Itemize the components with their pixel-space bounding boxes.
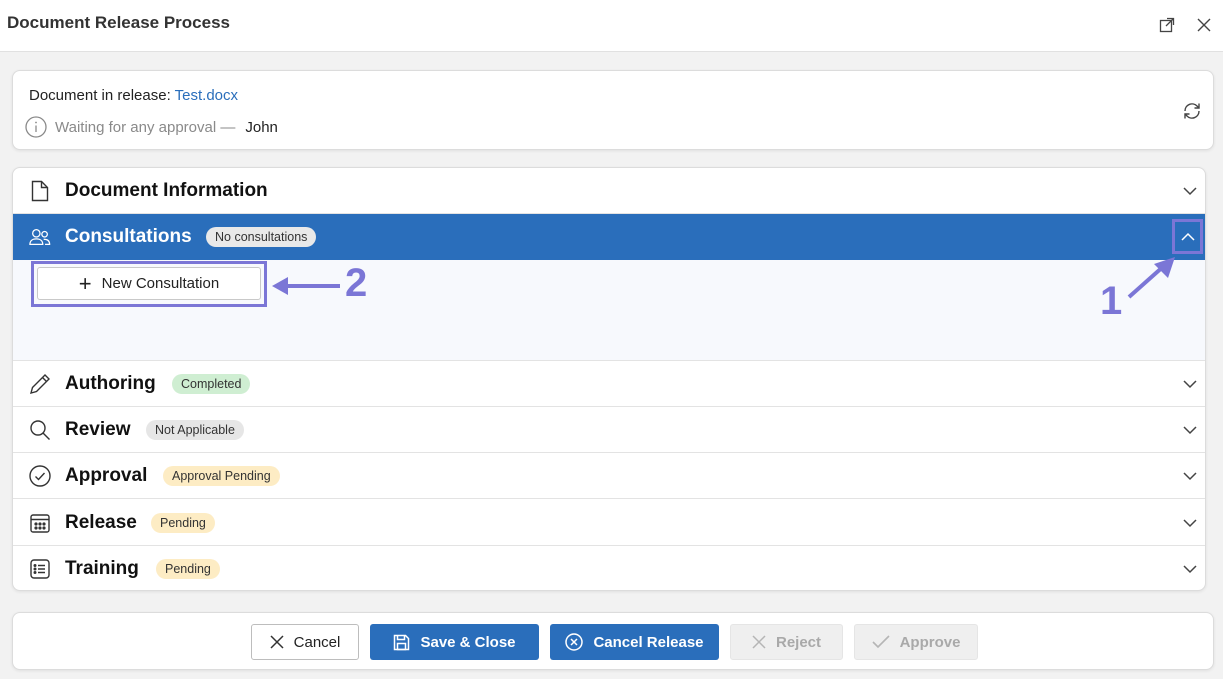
chevron-down-icon[interactable] xyxy=(1181,182,1199,200)
section-label: Authoring xyxy=(65,372,156,394)
section-approval[interactable]: Approval Approval Pending xyxy=(13,453,1205,499)
release-info-card: Document in release: Test.docx Waiting f… xyxy=(12,70,1214,150)
chevron-down-icon[interactable] xyxy=(1181,560,1199,578)
title-bar: Document Release Process xyxy=(0,0,1223,52)
section-authoring[interactable]: Authoring Completed xyxy=(13,361,1205,407)
expand-icon[interactable] xyxy=(1157,15,1177,35)
section-label: Document Information xyxy=(65,179,268,201)
cancel-release-label: Cancel Release xyxy=(593,633,704,651)
search-icon xyxy=(29,419,51,441)
section-label: Approval xyxy=(65,464,148,486)
document-link[interactable]: Test.docx xyxy=(175,87,238,104)
cancel-release-button[interactable]: Cancel Release xyxy=(550,624,719,660)
chevron-down-icon[interactable] xyxy=(1181,421,1199,439)
section-label: Consultations xyxy=(65,226,192,247)
status-badge: Not Applicable xyxy=(146,419,244,440)
section-label: Review xyxy=(65,418,131,440)
window-title: Document Release Process xyxy=(7,13,230,32)
status-badge: Pending xyxy=(156,559,220,579)
section-consultations[interactable]: Consultations No consultations xyxy=(13,214,1205,260)
annotation-arrow-diagonal-icon xyxy=(1127,257,1175,299)
save-close-button[interactable]: Save & Close xyxy=(370,624,539,660)
calendar-icon xyxy=(29,512,51,534)
annotation-box-new-consultation xyxy=(31,261,267,307)
cancel-label: Cancel xyxy=(293,633,341,651)
info-icon xyxy=(25,116,47,138)
section-document-information[interactable]: Document Information xyxy=(13,168,1205,214)
document-icon xyxy=(29,180,51,202)
save-icon xyxy=(394,634,410,650)
approval-status-text: Waiting for any approval — xyxy=(55,118,236,136)
annotation-number-1: 1 xyxy=(1100,279,1123,323)
process-sections: Document Information Consultations No co… xyxy=(12,167,1206,591)
refresh-icon[interactable] xyxy=(1181,100,1203,122)
checkmark-icon xyxy=(872,635,890,649)
chevron-down-icon[interactable] xyxy=(1181,375,1199,393)
pencil-icon xyxy=(29,373,51,395)
approval-status-line: Waiting for any approval — John xyxy=(25,116,278,138)
status-badge: Approval Pending xyxy=(163,465,280,486)
approve-label: Approve xyxy=(899,633,961,651)
annotation-number-2: 2 xyxy=(345,261,368,305)
status-badge: No consultations xyxy=(206,227,317,247)
close-icon[interactable] xyxy=(1194,15,1214,35)
cancel-circle-icon xyxy=(565,633,584,651)
reject-button[interactable]: Reject xyxy=(730,624,843,660)
chevron-down-icon[interactable] xyxy=(1181,467,1199,485)
annotation-arrow-left-icon xyxy=(272,277,340,295)
status-badge: Completed xyxy=(172,373,251,394)
close-icon xyxy=(270,635,284,649)
list-icon xyxy=(29,558,51,580)
document-in-release-line: Document in release: Test.docx xyxy=(29,87,238,104)
check-circle-icon xyxy=(29,464,51,487)
cancel-button[interactable]: Cancel xyxy=(251,624,359,660)
annotation-box-collapse xyxy=(1172,219,1203,254)
close-icon xyxy=(752,635,766,649)
people-icon xyxy=(29,226,51,248)
section-release[interactable]: Release Pending xyxy=(13,500,1205,546)
section-label: Release xyxy=(65,511,137,533)
approve-button[interactable]: Approve xyxy=(854,624,978,660)
footer-toolbar: Cancel Save & Close Cancel Release Rejec… xyxy=(12,612,1214,670)
approver-name: John xyxy=(245,118,278,136)
section-training[interactable]: Training Pending xyxy=(13,546,1205,590)
save-close-label: Save & Close xyxy=(420,633,516,651)
reject-label: Reject xyxy=(775,633,822,651)
section-review[interactable]: Review Not Applicable xyxy=(13,407,1205,453)
status-badge: Pending xyxy=(151,512,215,533)
section-label: Training xyxy=(65,558,139,579)
document-label: Document in release: xyxy=(29,87,171,104)
chevron-down-icon[interactable] xyxy=(1181,514,1199,532)
